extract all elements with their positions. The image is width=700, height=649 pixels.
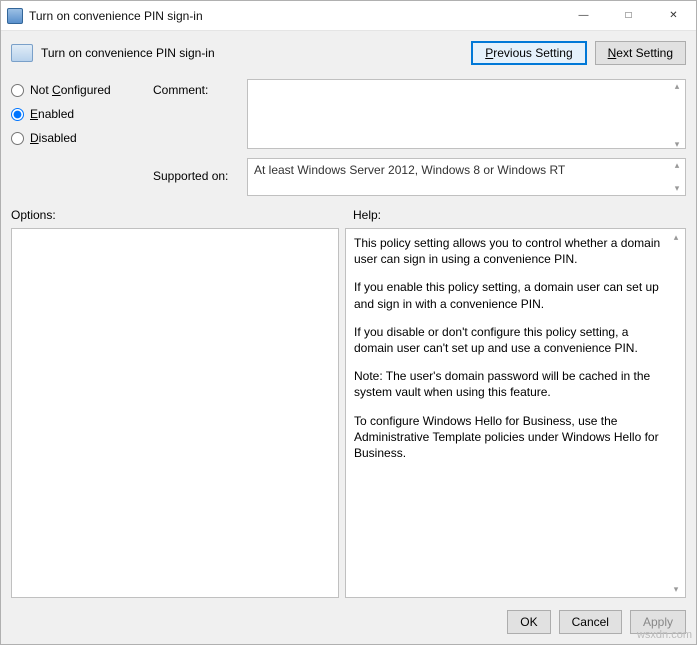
comment-textarea[interactable] <box>247 79 686 149</box>
cancel-button[interactable]: Cancel <box>559 610 622 634</box>
radio-disabled[interactable]: Disabled <box>11 131 141 145</box>
help-paragraph: This policy setting allows you to contro… <box>354 235 667 267</box>
radio-disabled-input[interactable] <box>11 132 24 145</box>
previous-setting-button[interactable]: Previous Setting <box>471 41 586 65</box>
help-paragraph: Note: The user's domain password will be… <box>354 368 667 400</box>
policy-icon <box>11 44 33 62</box>
nav-buttons: Previous Setting Next Setting <box>471 41 686 65</box>
help-paragraph: To configure Windows Hello for Business,… <box>354 413 667 462</box>
app-icon <box>7 8 23 24</box>
dialog-footer: OK Cancel Apply <box>11 604 686 634</box>
title-bar[interactable]: Turn on convenience PIN sign-in ― □ ✕ <box>1 1 696 31</box>
config-row: Not Configured Enabled Disabled Comment:… <box>11 79 686 196</box>
options-label: Options: <box>11 208 341 222</box>
dialog-content: Turn on convenience PIN sign-in Previous… <box>1 31 696 644</box>
field-labels: Comment: Supported on: <box>153 79 235 183</box>
comment-box-wrap: ▴▾ <box>247 79 686 152</box>
help-panel: This policy setting allows you to contro… <box>345 228 686 598</box>
supported-on-value: At least Windows Server 2012, Windows 8 … <box>254 163 565 177</box>
field-inputs: ▴▾ At least Windows Server 2012, Windows… <box>247 79 686 196</box>
policy-header: Turn on convenience PIN sign-in Previous… <box>11 39 686 73</box>
maximize-button[interactable]: □ <box>606 1 651 30</box>
policy-title: Turn on convenience PIN sign-in <box>41 46 463 60</box>
scroll-indicator: ▴▾ <box>669 231 683 595</box>
state-radio-group: Not Configured Enabled Disabled <box>11 79 141 145</box>
window-title: Turn on convenience PIN sign-in <box>29 9 561 23</box>
comment-label: Comment: <box>153 83 235 97</box>
supported-on-label: Supported on: <box>153 169 235 183</box>
next-setting-button[interactable]: Next Setting <box>595 41 686 65</box>
options-panel <box>11 228 339 598</box>
radio-enabled[interactable]: Enabled <box>11 107 141 121</box>
supported-box-wrap: At least Windows Server 2012, Windows 8 … <box>247 158 686 196</box>
ok-button[interactable]: OK <box>507 610 550 634</box>
radio-enabled-input[interactable] <box>11 108 24 121</box>
radio-not-configured-input[interactable] <box>11 84 24 97</box>
dialog-window: Turn on convenience PIN sign-in ― □ ✕ Tu… <box>0 0 697 645</box>
apply-button[interactable]: Apply <box>630 610 686 634</box>
close-button[interactable]: ✕ <box>651 1 696 30</box>
window-controls: ― □ ✕ <box>561 1 696 30</box>
panel-labels: Options: Help: <box>11 208 686 222</box>
panels-row: This policy setting allows you to contro… <box>11 228 686 598</box>
radio-not-configured[interactable]: Not Configured <box>11 83 141 97</box>
help-label: Help: <box>353 208 686 222</box>
supported-on-textbox: At least Windows Server 2012, Windows 8 … <box>247 158 686 196</box>
help-paragraph: If you enable this policy setting, a dom… <box>354 279 667 311</box>
minimize-button[interactable]: ― <box>561 1 606 30</box>
help-paragraph: If you disable or don't configure this p… <box>354 324 667 356</box>
